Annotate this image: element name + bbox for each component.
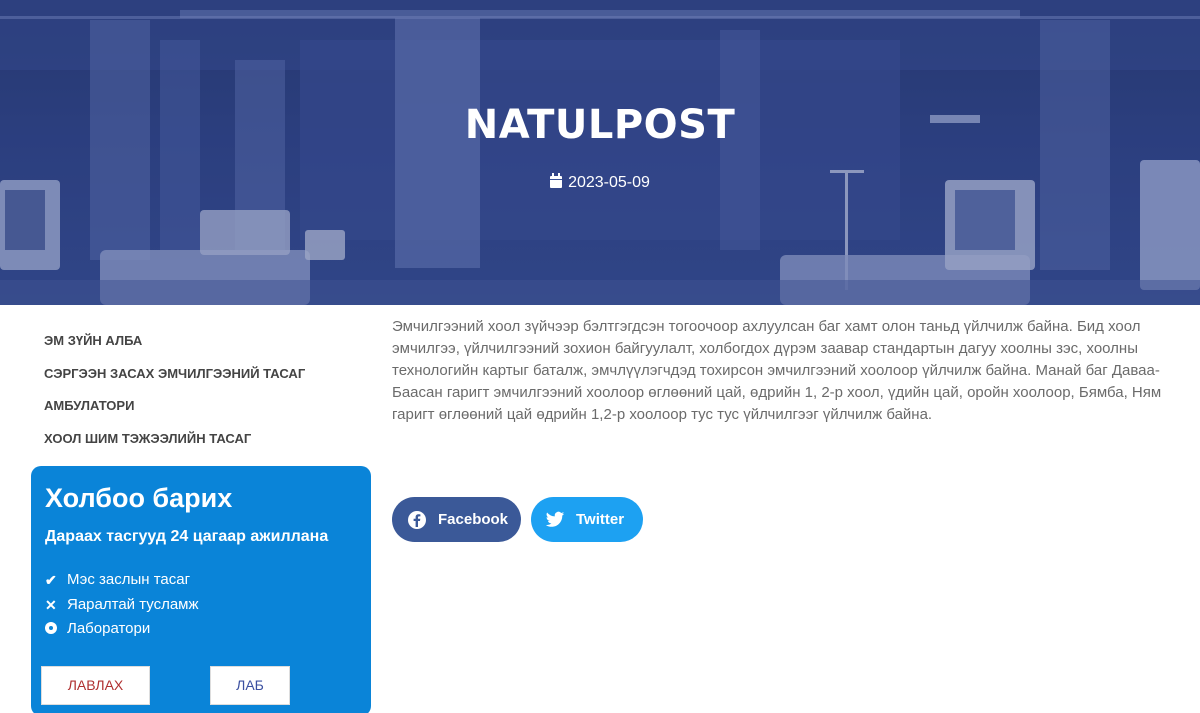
cross-icon: ✕ xyxy=(45,596,57,613)
twitter-label: Twitter xyxy=(576,511,625,528)
calendar-icon xyxy=(550,173,563,188)
contact-card: Холбоо барих Дараах тасгууд 24 цагаар аж… xyxy=(31,466,371,713)
contact-subtitle: Дараах тасгууд 24 цагаар ажиллана xyxy=(45,528,329,545)
hero-banner: NATULPOST 2023-05-09 xyxy=(0,0,1200,305)
lab-button[interactable]: ЛАБ xyxy=(210,666,290,705)
department-list: ✔ Мэс заслын тасаг ✕ Яаралтай тусламж Ла… xyxy=(45,568,357,642)
facebook-label: Facebook xyxy=(438,511,509,528)
sidebar-nav: ЭМ ЗҮЙН АЛБА СЭРГЭЭН ЗАСАХ ЭМЧИЛГЭЭНИЙ Т… xyxy=(44,333,305,463)
list-item-label: Мэс заслын тасаг xyxy=(67,571,191,589)
list-item: ✕ Яаралтай тусламж xyxy=(45,593,357,618)
sidebar-item-nutrition[interactable]: ХООЛ ШИМ ТЭЖЭЭЛИЙН ТАСАГ xyxy=(44,431,305,464)
page-title: NATULPOST xyxy=(464,102,736,148)
sidebar-item-rehabilitation[interactable]: СЭРГЭЭН ЗАСАХ ЭМЧИЛГЭЭНИЙ ТАСАГ xyxy=(44,366,305,399)
lavlah-button[interactable]: ЛАВЛАХ xyxy=(41,666,150,705)
list-item: Лаборатори xyxy=(45,617,357,642)
facebook-share-button[interactable]: Facebook xyxy=(392,497,521,542)
twitter-icon xyxy=(545,511,565,527)
list-item-label: Яаралтай тусламж xyxy=(67,595,199,613)
sidebar-item-ambulatory[interactable]: АМБУЛАТОРИ xyxy=(44,398,305,431)
contact-title: Холбоо барих xyxy=(45,483,233,513)
post-date: 2023-05-09 xyxy=(0,173,1200,192)
hero-overlay xyxy=(0,0,1200,305)
dot-circle-icon xyxy=(45,619,67,639)
facebook-icon xyxy=(408,510,426,529)
article-body: Эмчилгээний хоол зүйчээр бэлтгэгдсэн тог… xyxy=(392,318,1162,423)
list-item: ✔ Мэс заслын тасаг xyxy=(45,568,357,593)
check-icon: ✔ xyxy=(45,572,57,589)
list-item-label: Лаборатори xyxy=(67,620,151,638)
post-date-text: 2023-05-09 xyxy=(568,174,650,191)
sidebar-item-pharmacy[interactable]: ЭМ ЗҮЙН АЛБА xyxy=(44,333,305,366)
twitter-share-button[interactable]: Twitter xyxy=(531,497,643,542)
